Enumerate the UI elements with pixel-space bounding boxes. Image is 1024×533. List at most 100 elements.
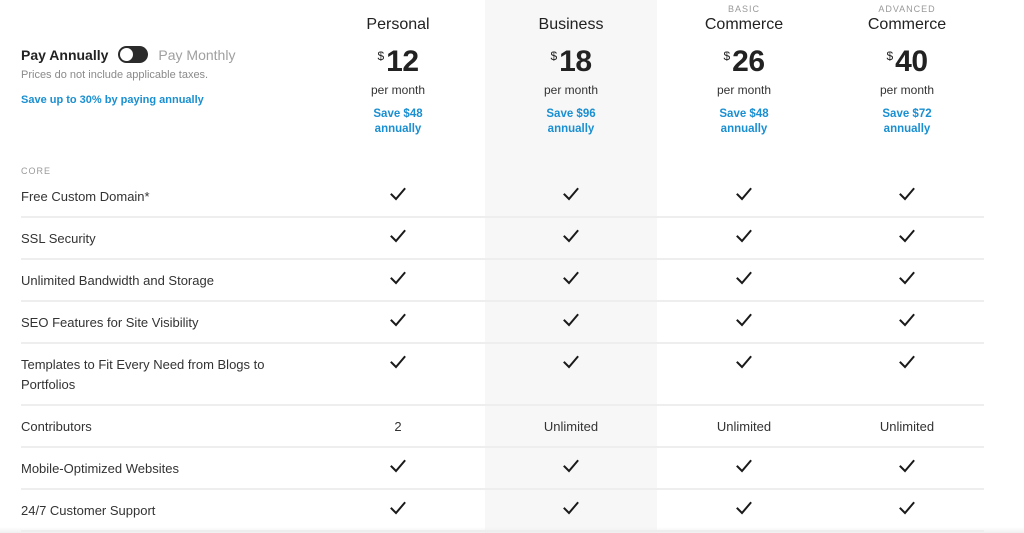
check-icon	[736, 501, 752, 515]
feature-cell-included	[821, 501, 993, 521]
feature-cell-included	[312, 187, 484, 207]
price-period: per month	[716, 83, 772, 97]
plan-price: $ 12	[312, 45, 484, 79]
billing-period-toggle[interactable]	[118, 46, 149, 63]
feature-cell-included	[821, 459, 993, 479]
plan-name: Commerce	[867, 16, 947, 33]
bottom-fade	[0, 527, 1024, 533]
savings-amount: Save $48	[373, 108, 423, 120]
check-icon	[899, 355, 915, 369]
feature-row: Mobile-Optimized Websites	[21, 448, 984, 490]
plan-header-0: Personal $ 12 per month Save $48 annuall…	[312, 0, 484, 137]
check-icon	[563, 187, 579, 201]
feature-cell-value: 2	[394, 419, 402, 434]
feature-cell-included	[485, 355, 657, 375]
feature-cell-included	[312, 459, 484, 479]
check-icon	[736, 355, 752, 369]
feature-label: Templates to Fit Every Need from Blogs t…	[21, 357, 265, 392]
feature-label: Contributors	[21, 419, 92, 434]
check-icon	[736, 313, 752, 327]
feature-cell-value: Unlimited	[716, 419, 772, 434]
plan-savings: Save $48 annually	[312, 107, 484, 137]
currency-symbol: $	[550, 49, 558, 63]
pay-monthly-label[interactable]: Pay Monthly	[158, 47, 235, 63]
plan-savings: Save $72 annually	[821, 107, 993, 137]
feature-cell-included	[485, 229, 657, 249]
feature-row: SEO Features for Site Visibility	[21, 302, 984, 344]
feature-cell-included	[658, 187, 830, 207]
feature-row: Templates to Fit Every Need from Blogs t…	[21, 344, 984, 406]
feature-cell-included	[485, 187, 657, 207]
plan-name: Commerce	[704, 16, 784, 33]
plan-price: $ 40	[821, 45, 993, 79]
feature-row: Free Custom Domain*	[21, 176, 984, 218]
plan-savings: Save $48 annually	[658, 107, 830, 137]
check-icon	[563, 313, 579, 327]
check-icon	[899, 229, 915, 243]
check-icon	[390, 187, 406, 201]
price-period: per month	[879, 83, 935, 97]
feature-row: 24/7 Customer Support	[21, 490, 984, 532]
check-icon	[736, 229, 752, 243]
plan-price: $ 18	[485, 45, 657, 79]
feature-cell-included	[485, 313, 657, 333]
feature-cell-included	[485, 501, 657, 521]
feature-row: Unlimited Bandwidth and Storage	[21, 260, 984, 302]
savings-period: annually	[374, 123, 422, 135]
currency-symbol: $	[886, 49, 894, 63]
feature-row: Contributors 2 Unlimited Unlimited Unlimited	[21, 406, 984, 448]
feature-cell-included	[821, 187, 993, 207]
feature-label: SEO Features for Site Visibility	[21, 315, 199, 330]
plan-name: Personal	[366, 16, 430, 33]
price-amount: 26	[732, 45, 765, 78]
check-icon	[390, 271, 406, 285]
feature-cell-included	[658, 501, 830, 521]
check-icon	[390, 459, 406, 473]
price-amount: 12	[386, 45, 419, 78]
check-icon	[563, 459, 579, 473]
feature-cell-included	[658, 271, 830, 291]
plan-tier: ADVANCED	[878, 4, 936, 14]
feature-cell-included	[658, 355, 830, 375]
feature-cell-included	[312, 229, 484, 249]
feature-row: SSL Security	[21, 218, 984, 260]
check-icon	[563, 355, 579, 369]
feature-cell-included	[821, 355, 993, 375]
savings-period: annually	[547, 123, 595, 135]
feature-label: 24/7 Customer Support	[21, 503, 156, 518]
check-icon	[899, 459, 915, 473]
feature-cell-value: Unlimited	[543, 419, 599, 434]
savings-period: annually	[883, 123, 931, 135]
section-label-core: CORE	[21, 166, 52, 176]
plan-header-1: Business $ 18 per month Save $96 annuall…	[485, 0, 657, 137]
feature-cell-included	[485, 271, 657, 291]
check-icon	[563, 271, 579, 285]
check-icon	[563, 229, 579, 243]
toggle-knob	[120, 48, 134, 61]
check-icon	[899, 501, 915, 515]
feature-cell-included	[312, 355, 484, 375]
feature-cell-value: Unlimited	[879, 419, 935, 434]
feature-label: Mobile-Optimized Websites	[21, 461, 179, 476]
plan-tier	[312, 4, 484, 15]
currency-symbol: $	[377, 49, 385, 63]
savings-amount: Save $48	[719, 108, 769, 120]
check-icon	[390, 229, 406, 243]
feature-cell-included	[658, 229, 830, 249]
feature-label: Free Custom Domain*	[21, 189, 150, 204]
pay-annually-label[interactable]: Pay Annually	[21, 47, 108, 63]
plan-header-2: BASIC Commerce $ 26 per month Save $48 a…	[658, 0, 830, 137]
plan-savings: Save $96 annually	[485, 107, 657, 137]
savings-period: annually	[720, 123, 768, 135]
feature-cell-included	[312, 271, 484, 291]
plan-tier: BASIC	[727, 4, 760, 14]
savings-amount: Save $72	[882, 108, 932, 120]
save-annually-note: Save up to 30% by paying annually	[21, 94, 204, 106]
check-icon	[736, 187, 752, 201]
feature-cell-included	[312, 313, 484, 333]
plan-header-3: ADVANCED Commerce $ 40 per month Save $7…	[821, 0, 993, 137]
tax-note: Prices do not include applicable taxes.	[21, 69, 209, 81]
feature-cell-included	[485, 459, 657, 479]
check-icon	[390, 313, 406, 327]
check-icon	[899, 313, 915, 327]
